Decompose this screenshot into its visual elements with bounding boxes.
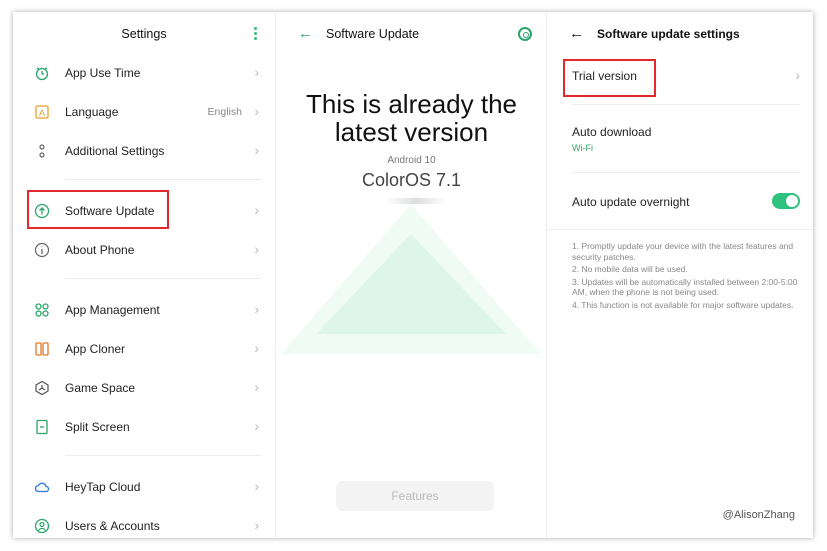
chevron-right-icon: ›	[254, 478, 259, 494]
language-value: English	[207, 106, 242, 118]
notes-list: 1. Promptly update your device with the …	[572, 241, 802, 312]
item-label: App Management	[65, 303, 160, 317]
chevron-right-icon: ›	[254, 517, 259, 533]
note-item: 3. Updates will be automatically install…	[572, 276, 798, 298]
chevron-right-icon: ›	[795, 67, 800, 83]
sidebar-item-game-space[interactable]: Game Space ›	[13, 369, 275, 405]
svg-text:A: A	[39, 108, 45, 118]
auto-update-label: Auto update overnight	[572, 195, 690, 209]
divider	[65, 179, 261, 180]
sidebar-item-about-phone[interactable]: About Phone ›	[13, 231, 275, 267]
auto-download-row[interactable]: Auto download Wi-Fi	[547, 112, 813, 162]
item-label: Users & Accounts	[65, 519, 160, 533]
chevron-right-icon: ›	[254, 103, 259, 119]
sidebar-item-app-management[interactable]: App Management ›	[13, 291, 275, 327]
item-label: App Cloner	[65, 342, 126, 356]
chevron-right-icon: ›	[254, 418, 259, 434]
cloud-icon	[34, 482, 50, 493]
gear-icon[interactable]	[518, 27, 532, 41]
chevron-right-icon: ›	[254, 379, 259, 395]
features-button[interactable]: Features	[336, 481, 494, 511]
divider	[65, 278, 261, 279]
note-item: 1. Promptly update your device with the …	[572, 241, 794, 262]
item-label: App Use Time	[65, 66, 141, 80]
item-label: Additional Settings	[65, 144, 165, 158]
chevron-right-icon: ›	[254, 340, 259, 356]
auto-download-value: Wi-Fi	[572, 143, 593, 153]
item-label: HeyTap Cloud	[65, 480, 141, 494]
page-title: Software Update	[326, 27, 420, 41]
info-icon	[34, 242, 50, 258]
divider	[65, 455, 261, 456]
back-arrow-icon[interactable]: ←	[298, 25, 313, 42]
light-beam-graphic	[316, 234, 506, 334]
note-item: 2. No mobile data will be used.	[572, 264, 688, 274]
timer-icon	[35, 67, 49, 81]
status-headline: This is already the latest version	[306, 89, 517, 147]
chevron-right-icon: ›	[254, 142, 259, 158]
back-arrow-icon[interactable]: ←	[569, 25, 584, 42]
apps-icon	[35, 303, 49, 317]
divider	[572, 104, 800, 105]
item-label: Game Space	[65, 381, 136, 395]
software-update-panel: ← Software Update This is already the la…	[275, 12, 547, 538]
sidebar-item-app-cloner[interactable]: App Cloner ›	[13, 330, 275, 366]
os-version: ColorOS 7.1	[361, 170, 462, 190]
dots-icon	[39, 144, 45, 158]
sidebar-item-split-screen[interactable]: Split Screen ›	[13, 408, 275, 444]
sidebar-item-app-use-time[interactable]: App Use Time ›	[13, 54, 275, 90]
item-label: Language	[65, 105, 119, 119]
auto-download-label: Auto download	[572, 125, 652, 139]
highlight-box	[27, 190, 169, 229]
game-icon	[35, 380, 49, 396]
watermark: @AlisonZhang	[722, 509, 795, 521]
android-version: Android 10	[387, 155, 436, 166]
sidebar-item-additional-settings[interactable]: Additional Settings ›	[13, 132, 275, 168]
sidebar-item-heytap-cloud[interactable]: HeyTap Cloud ›	[13, 468, 275, 504]
settings-panel: Settings App Use Time › A Language Engli…	[13, 12, 275, 538]
split-screen-icon	[36, 419, 48, 435]
divider	[572, 172, 800, 173]
sidebar-item-users-accounts[interactable]: Users & Accounts ›	[13, 507, 275, 538]
page-title: Settings	[121, 27, 167, 41]
chevron-right-icon: ›	[254, 301, 259, 317]
cloner-icon	[35, 342, 49, 356]
user-icon	[34, 518, 50, 534]
chevron-right-icon: ›	[254, 64, 259, 80]
chevron-right-icon: ›	[254, 241, 259, 257]
item-label: About Phone	[65, 243, 135, 257]
note-item: 4. This function is not available for ma…	[572, 299, 794, 310]
screenshot-frame: Settings App Use Time › A Language Engli…	[13, 12, 813, 538]
update-settings-panel: ← Software update settings Trial version…	[546, 12, 813, 538]
item-label: Split Screen	[65, 420, 130, 434]
highlight-box	[563, 59, 656, 97]
auto-update-toggle[interactable]	[772, 193, 800, 209]
divider	[547, 229, 813, 230]
header: ← Software Update	[276, 25, 547, 47]
page-title: Software update settings	[597, 27, 740, 41]
language-icon: A	[35, 105, 49, 119]
chevron-right-icon: ›	[254, 202, 259, 218]
more-menu-icon[interactable]	[253, 27, 259, 41]
sidebar-item-language[interactable]: A Language English ›	[13, 93, 275, 129]
